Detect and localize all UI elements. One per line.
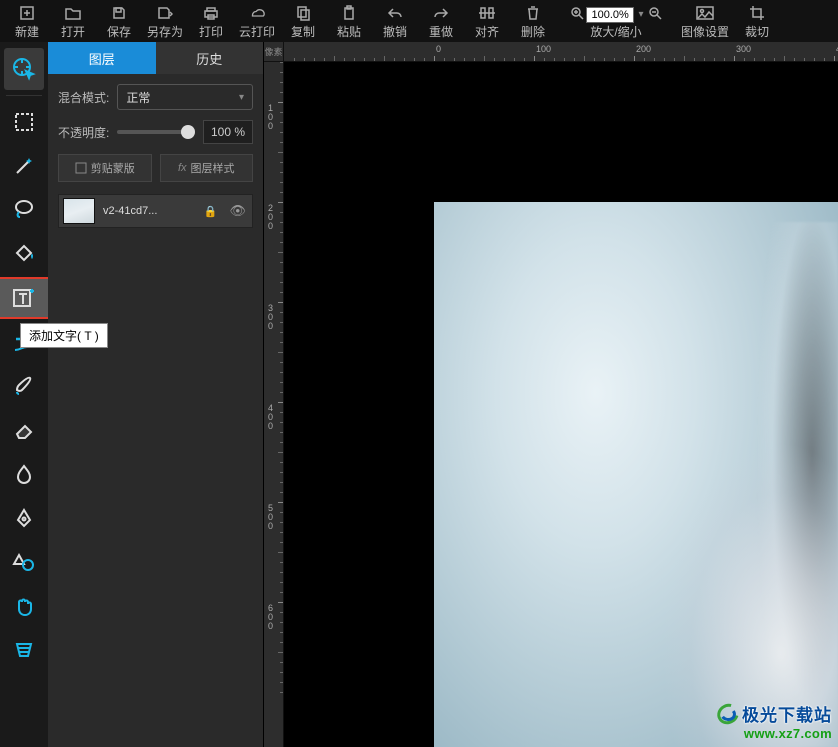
layer-name: v2-41cd7... — [103, 205, 196, 217]
copy-button[interactable]: 复制 — [280, 2, 326, 40]
add-text-tool[interactable] — [0, 277, 54, 319]
brush-tool[interactable] — [4, 365, 44, 407]
tab-history[interactable]: 历史 — [156, 42, 264, 74]
layer-item[interactable]: v2-41cd7... 🔒 👁 — [58, 194, 253, 228]
zoom-in-icon[interactable] — [570, 6, 584, 23]
crop-label: 裁切 — [745, 23, 769, 40]
layer-thumbnail — [63, 198, 95, 224]
copy-label: 复制 — [291, 23, 315, 40]
crop-button[interactable]: 裁切 — [734, 2, 780, 40]
perspective-tool[interactable] — [4, 629, 44, 671]
separator — [6, 95, 42, 96]
smudge-tool[interactable] — [4, 453, 44, 495]
panel-body: 混合模式: 正常 ▾ 不透明度: 100 % 剪贴蒙版 fx 图层样式 — [48, 74, 263, 238]
opacity-slider-thumb[interactable] — [181, 125, 195, 139]
lock-icon[interactable]: 🔒 — [204, 205, 218, 218]
open-label: 打开 — [61, 23, 85, 40]
delete-button[interactable]: 删除 — [510, 2, 556, 40]
watermark-logo-icon — [717, 704, 739, 724]
layer-style-button[interactable]: fx 图层样式 — [160, 154, 254, 182]
tab-layer[interactable]: 图层 — [48, 42, 156, 74]
marquee-tool[interactable] — [4, 101, 44, 143]
move-tool[interactable] — [4, 48, 44, 90]
blend-mode-label: 混合模式: — [58, 89, 109, 106]
ruler-corner: 像素 — [264, 42, 284, 62]
opacity-value[interactable]: 100 % — [203, 120, 253, 144]
layers-panel: 图层 历史 混合模式: 正常 ▾ 不透明度: 100 % 剪贴蒙版 fx 图层样 — [48, 42, 264, 747]
print-label: 打印 — [199, 23, 223, 40]
eraser-tool[interactable] — [4, 409, 44, 451]
clip-mask-button[interactable]: 剪贴蒙版 — [58, 154, 152, 182]
cloud-print-label: 云打印 — [239, 23, 275, 40]
print-button[interactable]: 打印 — [188, 2, 234, 40]
opacity-slider[interactable] — [117, 130, 195, 134]
visibility-icon[interactable]: 👁 — [229, 203, 246, 219]
image-settings-label: 图像设置 — [681, 23, 729, 40]
paste-button[interactable]: 粘贴 — [326, 2, 372, 40]
save-button[interactable]: 保存 — [96, 2, 142, 40]
paint-bucket-tool[interactable] — [4, 233, 44, 275]
image-content — [434, 202, 838, 747]
zoom-label: 放大/缩小 — [590, 23, 641, 40]
zoom-dropdown-icon[interactable]: ▾ — [636, 9, 645, 20]
panel-tabs: 图层 历史 — [48, 42, 263, 74]
open-button[interactable]: 打开 — [50, 2, 96, 40]
magic-wand-tool[interactable] — [4, 145, 44, 187]
watermark: 极光下载站 www.xz7.com — [717, 701, 832, 741]
horizontal-ruler: 0100200300400500 — [284, 42, 838, 62]
zoom-out-icon[interactable] — [648, 6, 662, 23]
cloud-print-button[interactable]: 云打印 — [234, 2, 280, 40]
save-label: 保存 — [107, 23, 131, 40]
paste-label: 粘贴 — [337, 23, 361, 40]
align-label: 对齐 — [475, 23, 499, 40]
redo-button[interactable]: 重做 — [418, 2, 464, 40]
pen-tool[interactable] — [4, 497, 44, 539]
save-as-button[interactable]: 另存为 — [142, 2, 188, 40]
undo-label: 撤销 — [383, 23, 407, 40]
blend-mode-value: 正常 — [126, 89, 150, 106]
new-button[interactable]: 新建 — [4, 2, 50, 40]
delete-label: 删除 — [521, 23, 545, 40]
shape-tool[interactable] — [4, 541, 44, 583]
zoom-group: 100.0% ▾ 放大/缩小 — [556, 6, 676, 40]
redo-label: 重做 — [429, 23, 453, 40]
lasso-tool[interactable] — [4, 189, 44, 231]
opacity-label: 不透明度: — [58, 124, 109, 141]
hand-tool[interactable] — [4, 585, 44, 627]
zoom-input[interactable]: 100.0% — [586, 7, 634, 23]
vertical-ruler: 100200300400500600 — [264, 62, 284, 747]
top-toolbar: 新建 打开 保存 另存为 打印 云打印 复制 粘贴 撤销 重做 对齐 — [0, 0, 838, 42]
tooltip-add-text: 添加文字( T ) — [20, 323, 108, 348]
new-label: 新建 — [15, 23, 39, 40]
image-settings-button[interactable]: 图像设置 — [676, 2, 734, 40]
align-button[interactable]: 对齐 — [464, 2, 510, 40]
canvas[interactable]: 极光下载站 www.xz7.com — [284, 62, 838, 747]
tool-strip — [0, 42, 48, 747]
undo-button[interactable]: 撤销 — [372, 2, 418, 40]
saveas-label: 另存为 — [147, 23, 183, 40]
canvas-area: 像素 0100200300400500 100200300400500600 极… — [264, 42, 838, 747]
blend-mode-select[interactable]: 正常 ▾ — [117, 84, 253, 110]
chevron-down-icon: ▾ — [239, 92, 244, 103]
